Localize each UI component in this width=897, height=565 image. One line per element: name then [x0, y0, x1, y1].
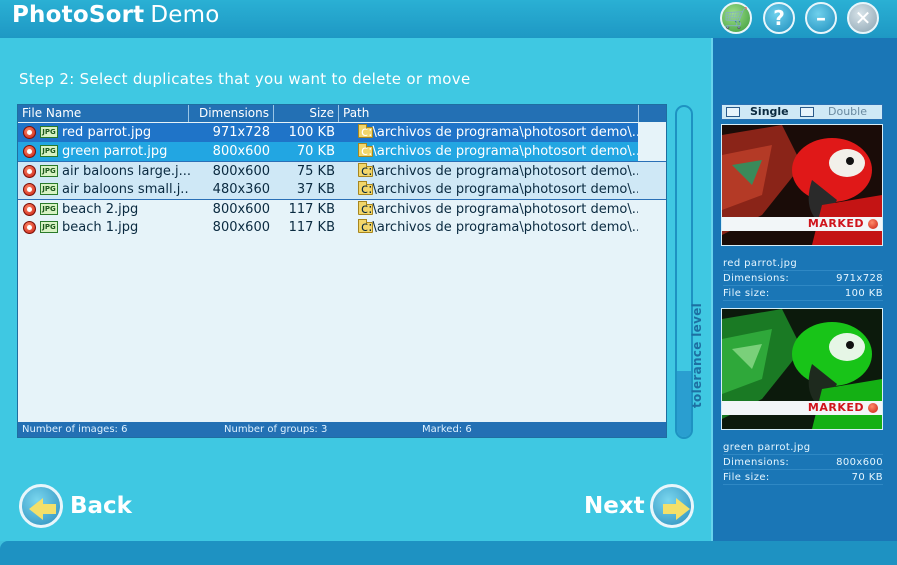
list-rows: JPG red parrot.jpg 971x728 100 KB c:\arc… [18, 123, 666, 237]
minimize-icon[interactable]: – [805, 2, 837, 34]
file-path: c:\archivos de programa\photosort demo\.… [361, 202, 638, 217]
file-path: c:\archivos de programa\photosort demo\.… [361, 164, 638, 179]
file-size-value: 70 KB [851, 472, 883, 483]
marked-icon[interactable] [23, 203, 36, 216]
status-image-count: Number of images: 6 [22, 424, 128, 435]
marked-badge: MARKED [722, 217, 882, 231]
file-size-label: File size: [723, 472, 770, 483]
marked-icon[interactable] [23, 183, 36, 196]
app-name: PhotoSort [12, 2, 145, 28]
jpg-file-icon: JPG [40, 221, 58, 233]
help-icon[interactable]: ? [763, 2, 795, 34]
view-double-option[interactable]: Double [828, 105, 867, 119]
file-dimensions: 800x600 [212, 144, 270, 159]
file-dimensions: 800x600 [212, 220, 270, 235]
preview-image-green-parrot[interactable]: MARKED [721, 308, 883, 430]
preview-info-red-parrot: red parrot.jpg Dimensions: 971x728 File s… [723, 256, 883, 301]
marked-icon[interactable] [23, 145, 36, 158]
marked-icon[interactable] [23, 165, 36, 178]
dimensions-value: 800x600 [836, 457, 883, 468]
marked-icon [868, 403, 878, 413]
file-size: 117 KB [288, 220, 335, 235]
file-path: c:\archivos de programa\photosort demo\.… [361, 220, 638, 235]
jpg-file-icon: JPG [40, 203, 58, 215]
column-path[interactable]: Path [339, 105, 639, 122]
jpg-file-icon: JPG [40, 183, 58, 195]
column-size[interactable]: Size [274, 105, 339, 122]
preview-panel: Single Double MARKED red parrot.jpg Dime… [711, 38, 897, 541]
double-view-icon [800, 107, 814, 117]
table-row[interactable]: JPG air baloons small.j... 480x360 37 KB… [18, 180, 666, 199]
next-arrow-icon [650, 484, 694, 528]
file-size: 117 KB [288, 202, 335, 217]
file-name: red parrot.jpg [62, 125, 152, 140]
back-button[interactable]: Back [19, 484, 139, 528]
cart-icon[interactable]: 🛒 [720, 2, 752, 34]
tolerance-label: tolerance level [690, 302, 704, 408]
file-name: green parrot.jpg [62, 144, 168, 159]
column-file-name[interactable]: File Name [18, 105, 189, 122]
next-label: Next [584, 493, 645, 519]
file-path: c:\archivos de programa\photosort demo\.… [361, 182, 638, 197]
marked-icon[interactable] [23, 126, 36, 139]
file-path: c:\archivos de programa\photosort demo\.… [361, 125, 638, 140]
file-size: 70 KB [296, 144, 335, 159]
step-title: Step 2: Select duplicates that you want … [19, 70, 471, 88]
preview-image-red-parrot[interactable]: MARKED [721, 124, 883, 246]
marked-badge: MARKED [722, 401, 882, 415]
view-single-option[interactable]: Single [750, 105, 789, 119]
dimensions-value: 971x728 [836, 273, 883, 284]
dimensions-label: Dimensions: [723, 273, 790, 284]
duplicates-list[interactable]: File Name Dimensions Size Path JPG red p… [17, 104, 667, 438]
app-title: PhotoSort Demo [12, 2, 219, 28]
image-name: red parrot.jpg [723, 258, 798, 269]
list-status-bar: Number of images: 6 Number of groups: 3 … [18, 422, 666, 437]
list-header: File Name Dimensions Size Path [18, 105, 666, 122]
table-row[interactable]: JPG air baloons large.j... 800x600 75 KB… [18, 161, 666, 180]
file-path: c:\archivos de programa\photosort demo\.… [361, 144, 638, 159]
app-edition: Demo [150, 2, 220, 28]
file-dimensions: 971x728 [212, 125, 270, 140]
table-row[interactable]: JPG green parrot.jpg 800x600 70 KB c:\ar… [18, 142, 666, 161]
jpg-file-icon: JPG [40, 165, 58, 177]
file-size: 37 KB [296, 182, 335, 197]
status-marked-count: Marked: 6 [422, 424, 472, 435]
dimensions-label: Dimensions: [723, 457, 790, 468]
view-mode-toggle: Single Double [721, 104, 883, 120]
marked-label: MARKED [807, 217, 864, 230]
single-view-icon [726, 107, 740, 117]
main-panel: Step 2: Select duplicates that you want … [0, 38, 711, 541]
bottom-bar [0, 541, 897, 565]
file-dimensions: 800x600 [212, 164, 270, 179]
title-bar: PhotoSort Demo 🛒 ? – ✕ [0, 0, 897, 38]
file-dimensions: 480x360 [212, 182, 270, 197]
file-dimensions: 800x600 [212, 202, 270, 217]
back-label: Back [70, 493, 132, 519]
tolerance-fill [677, 371, 691, 437]
table-row[interactable]: JPG red parrot.jpg 971x728 100 KB c:\arc… [18, 123, 666, 142]
back-arrow-icon [19, 484, 63, 528]
image-name: green parrot.jpg [723, 442, 811, 453]
marked-label: MARKED [807, 401, 864, 414]
file-name: air baloons small.j... [62, 182, 190, 197]
next-button[interactable]: Next [584, 484, 694, 528]
table-row[interactable]: JPG beach 2.jpg 800x600 117 KB c:\archiv… [18, 199, 666, 218]
marked-icon[interactable] [23, 221, 36, 234]
file-size: 75 KB [296, 164, 335, 179]
jpg-file-icon: JPG [40, 126, 58, 138]
file-name: beach 2.jpg [62, 202, 139, 217]
column-dimensions[interactable]: Dimensions [189, 105, 274, 122]
marked-icon [868, 219, 878, 229]
file-size: 100 KB [288, 125, 335, 140]
file-size-label: File size: [723, 288, 770, 299]
table-row[interactable]: JPG beach 1.jpg 800x600 117 KB c:\archiv… [18, 218, 666, 237]
status-group-count: Number of groups: 3 [224, 424, 328, 435]
jpg-file-icon: JPG [40, 145, 58, 157]
preview-info-green-parrot: green parrot.jpg Dimensions: 800x600 File… [723, 440, 883, 485]
file-size-value: 100 KB [844, 288, 883, 299]
file-name: air baloons large.j... [62, 164, 190, 179]
close-icon[interactable]: ✕ [847, 2, 879, 34]
file-name: beach 1.jpg [62, 220, 139, 235]
